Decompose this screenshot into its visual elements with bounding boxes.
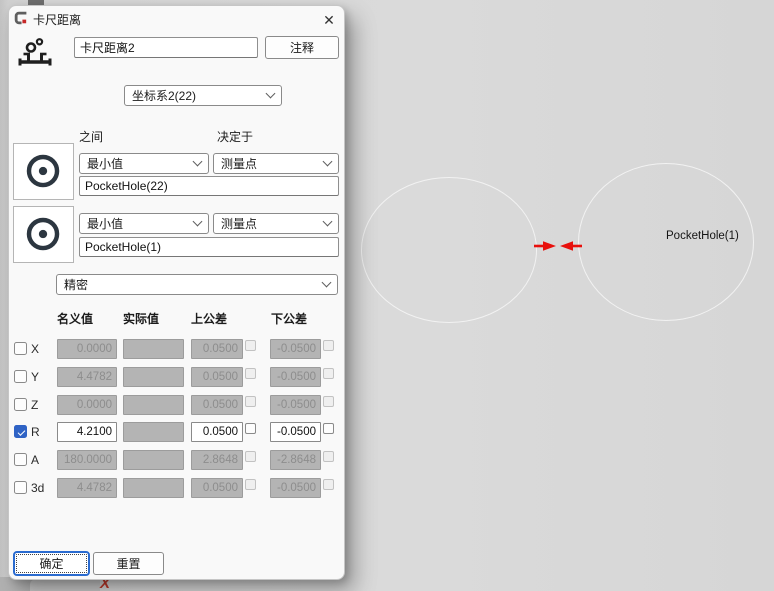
header-nominal: 名义值 — [57, 310, 93, 327]
hole-label: PocketHole(1) — [666, 230, 739, 242]
chevron-down-icon — [193, 217, 203, 227]
row-3d-label: 3d — [31, 481, 44, 495]
close-icon: ✕ — [323, 12, 335, 29]
coordinate-system-select[interactable]: 坐标系2(22) — [124, 85, 282, 106]
circle-feature-icon — [14, 206, 73, 263]
determined-by-label: 决定于 — [217, 128, 253, 145]
circle-feature-icon — [14, 143, 73, 200]
row-r-checkbox[interactable] — [14, 425, 27, 438]
row-3d-actual-field — [123, 478, 184, 498]
row-a-actual-field — [123, 450, 184, 470]
chevron-down-icon — [322, 278, 332, 288]
row-3d-checkbox[interactable] — [14, 481, 27, 494]
row-r-lower-field[interactable] — [270, 422, 321, 442]
row-z-nominal-field — [57, 395, 117, 415]
row-z-upper-checkbox — [245, 396, 256, 407]
close-button[interactable]: ✕ — [315, 8, 343, 32]
row-x-nominal-field — [57, 339, 117, 359]
chevron-down-icon — [323, 217, 333, 227]
feature2-method-select[interactable]: 最小值 — [79, 213, 209, 234]
reset-button[interactable]: 重置 — [93, 552, 164, 575]
row-y-lower-field — [270, 367, 321, 387]
row-a-nominal-field — [57, 450, 117, 470]
row-x-upper-checkbox — [245, 340, 256, 351]
chevron-down-icon — [193, 157, 203, 167]
row-z-checkbox[interactable] — [14, 398, 27, 411]
row-z-actual-field — [123, 395, 184, 415]
row-a-lower-checkbox — [323, 451, 334, 462]
dialog-title: 卡尺距离 — [33, 11, 81, 28]
row-x-actual-field — [123, 339, 184, 359]
feature1-source-value: 测量点 — [221, 155, 257, 172]
header-upper-tol: 上公差 — [191, 310, 227, 327]
annotate-button[interactable]: 注释 — [265, 36, 339, 59]
row-z-upper-field — [191, 395, 243, 415]
row-y-upper-field — [191, 367, 243, 387]
caliper-tool-icon — [18, 37, 52, 71]
row-z-lower-field — [270, 395, 321, 415]
coordinate-system-value: 坐标系2(22) — [132, 87, 196, 104]
feature1-name-input[interactable] — [79, 176, 339, 196]
row-x-label: X — [31, 342, 39, 356]
feature1-source-select[interactable]: 测量点 — [213, 153, 339, 174]
caliper-distance-dialog: 卡尺距离 ✕ 注释 坐标系2(22) 之间 决定于 最小值 — [8, 5, 345, 580]
between-label: 之间 — [79, 128, 103, 145]
hole-circle-left — [361, 177, 537, 323]
row-y-nominal-field — [57, 367, 117, 387]
caliper-distance-marker-icon — [534, 238, 582, 254]
row-x-lower-checkbox — [323, 340, 334, 351]
feature1-method-select[interactable]: 最小值 — [79, 153, 209, 174]
row-a-upper-checkbox — [245, 451, 256, 462]
row-r-upper-checkbox[interactable] — [245, 423, 256, 434]
row-3d-lower-field — [270, 478, 321, 498]
hole-circle-right — [578, 163, 754, 321]
row-z-label: Z — [31, 398, 38, 412]
feature2-source-select[interactable]: 测量点 — [213, 213, 339, 234]
row-a-lower-field — [270, 450, 321, 470]
row-3d-upper-field — [191, 478, 243, 498]
row-y-actual-field — [123, 367, 184, 387]
row-3d-nominal-field — [57, 478, 117, 498]
row-a-checkbox[interactable] — [14, 453, 27, 466]
header-lower-tol: 下公差 — [271, 310, 307, 327]
row-3d-lower-checkbox — [323, 479, 334, 490]
row-y-checkbox[interactable] — [14, 370, 27, 383]
feature2-method-value: 最小值 — [87, 215, 123, 232]
row-r-actual-field — [123, 422, 184, 442]
feature1-method-value: 最小值 — [87, 155, 123, 172]
feature1-type-button[interactable] — [13, 143, 74, 200]
feature2-type-button[interactable] — [13, 206, 74, 263]
ok-button[interactable]: 确定 — [13, 551, 90, 576]
row-a-upper-field — [191, 450, 243, 470]
row-r-lower-checkbox[interactable] — [323, 423, 334, 434]
row-y-lower-checkbox — [323, 368, 334, 379]
feature2-name-input[interactable] — [79, 237, 339, 257]
chevron-down-icon — [266, 89, 276, 99]
row-r-label: R — [31, 425, 40, 439]
row-x-checkbox[interactable] — [14, 342, 27, 355]
row-r-nominal-field[interactable] — [57, 422, 117, 442]
background-panel-inner — [30, 579, 100, 591]
precision-value: 精密 — [64, 276, 88, 293]
row-x-upper-field — [191, 339, 243, 359]
app-logo-icon — [14, 11, 28, 25]
row-r-upper-field[interactable] — [191, 422, 243, 442]
row-3d-upper-checkbox — [245, 479, 256, 490]
feature2-source-value: 测量点 — [221, 215, 257, 232]
precision-select[interactable]: 精密 — [56, 274, 338, 295]
measurement-name-input[interactable] — [74, 37, 258, 58]
row-x-lower-field — [270, 339, 321, 359]
row-y-label: Y — [31, 370, 39, 384]
header-actual: 实际值 — [123, 310, 159, 327]
chevron-down-icon — [323, 157, 333, 167]
row-z-lower-checkbox — [323, 396, 334, 407]
row-a-label: A — [31, 453, 39, 467]
row-y-upper-checkbox — [245, 368, 256, 379]
